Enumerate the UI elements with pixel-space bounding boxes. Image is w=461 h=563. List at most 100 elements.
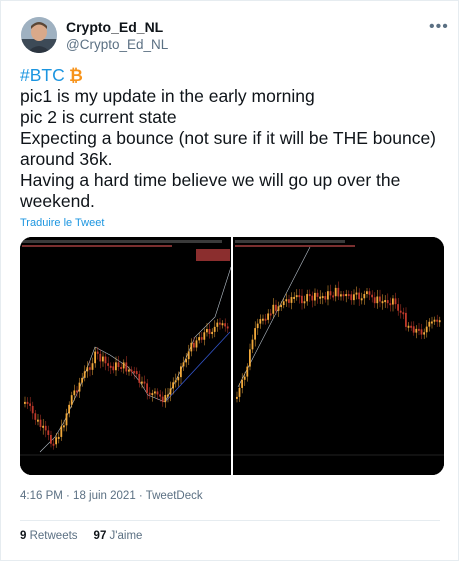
candle (342, 294, 345, 297)
candle (275, 304, 277, 311)
candle (180, 366, 182, 378)
translate-link[interactable]: Traduire le Tweet (20, 217, 104, 229)
candle (423, 332, 425, 335)
chart-picture-2 (233, 237, 444, 475)
avatar[interactable] (21, 17, 57, 53)
candle (353, 294, 355, 301)
candle (73, 390, 76, 396)
candle (415, 328, 418, 333)
tweet-line: weekend. (20, 191, 95, 211)
candle (148, 392, 151, 395)
candle (420, 329, 423, 335)
tweet-line: Expecting a bounce (not sure if it will … (20, 128, 437, 148)
candle (104, 356, 107, 364)
candle (259, 319, 262, 324)
retweets-count: 9 (20, 530, 27, 542)
candle (366, 291, 368, 295)
user-handle[interactable]: @Crypto_Ed_NL (66, 37, 168, 52)
candle (428, 321, 431, 327)
candle (319, 296, 321, 299)
candle (182, 362, 185, 367)
candle (78, 382, 81, 392)
candle (350, 294, 353, 301)
hashtag-link[interactable]: #BTC (20, 65, 65, 85)
candle (272, 304, 275, 314)
candle (57, 436, 60, 439)
candle (86, 367, 89, 372)
candle (379, 296, 381, 302)
candle (306, 294, 308, 302)
display-name[interactable]: Crypto_Ed_NL (66, 19, 163, 35)
candle (31, 405, 34, 414)
candle (55, 437, 57, 445)
candle (360, 298, 363, 301)
candle (345, 294, 347, 297)
candle (381, 301, 384, 304)
candle (324, 296, 327, 300)
candle (133, 371, 135, 374)
candle (433, 319, 436, 322)
tweet-line: around 36k. (20, 149, 113, 169)
more-icon[interactable]: ••• (429, 18, 449, 36)
tweet-line: Having a hard time believe we will go up… (20, 170, 401, 190)
candle (50, 434, 52, 444)
candle (161, 396, 164, 403)
candle (70, 395, 73, 405)
candle (187, 351, 190, 360)
candle (195, 340, 198, 348)
candle (285, 299, 288, 302)
candle (81, 377, 83, 383)
candle (65, 413, 68, 426)
candle (280, 305, 282, 308)
candle (337, 287, 340, 297)
candle (251, 339, 254, 350)
candle (141, 381, 143, 384)
candle (185, 359, 187, 363)
candle (249, 349, 251, 367)
tweet-timestamp[interactable]: 4:16 PM · 18 juin 2021 · TweetDeck (20, 490, 203, 502)
candle (329, 291, 332, 296)
candle (327, 291, 329, 300)
candle (211, 331, 213, 335)
likes-label: J'aime (109, 530, 143, 542)
candle (128, 369, 130, 372)
candle (405, 312, 407, 327)
candle (436, 319, 438, 322)
candle (203, 332, 206, 340)
tweet-media[interactable] (20, 237, 444, 475)
candle (402, 312, 405, 315)
chart-picture-1 (20, 237, 232, 475)
candle (44, 425, 47, 431)
candle (399, 310, 402, 313)
candle (438, 320, 441, 323)
candle (389, 303, 392, 306)
candle (107, 363, 109, 366)
candle (154, 391, 156, 394)
likes-stat[interactable]: 97 J'aime (94, 530, 143, 542)
candle (347, 294, 350, 297)
candle (431, 321, 433, 324)
candle (277, 306, 280, 311)
candle (99, 353, 102, 362)
candle (386, 300, 389, 304)
candle (47, 430, 50, 435)
candle (340, 294, 342, 297)
candle (410, 325, 412, 328)
candle (102, 356, 104, 362)
candle (246, 366, 249, 377)
candle (308, 294, 311, 297)
candle (221, 323, 224, 326)
candle (303, 301, 306, 304)
candle (226, 326, 229, 329)
candle (238, 387, 241, 397)
candle (256, 323, 259, 329)
candle (117, 362, 120, 368)
candle (63, 425, 65, 428)
retweets-stat[interactable]: 9 Retweets (20, 530, 78, 542)
candle (216, 322, 219, 327)
candle (368, 291, 371, 295)
candle (394, 298, 397, 305)
candle (418, 328, 420, 331)
candle (167, 394, 169, 397)
tweet-stats: 9 Retweets 97 J'aime (20, 530, 142, 542)
